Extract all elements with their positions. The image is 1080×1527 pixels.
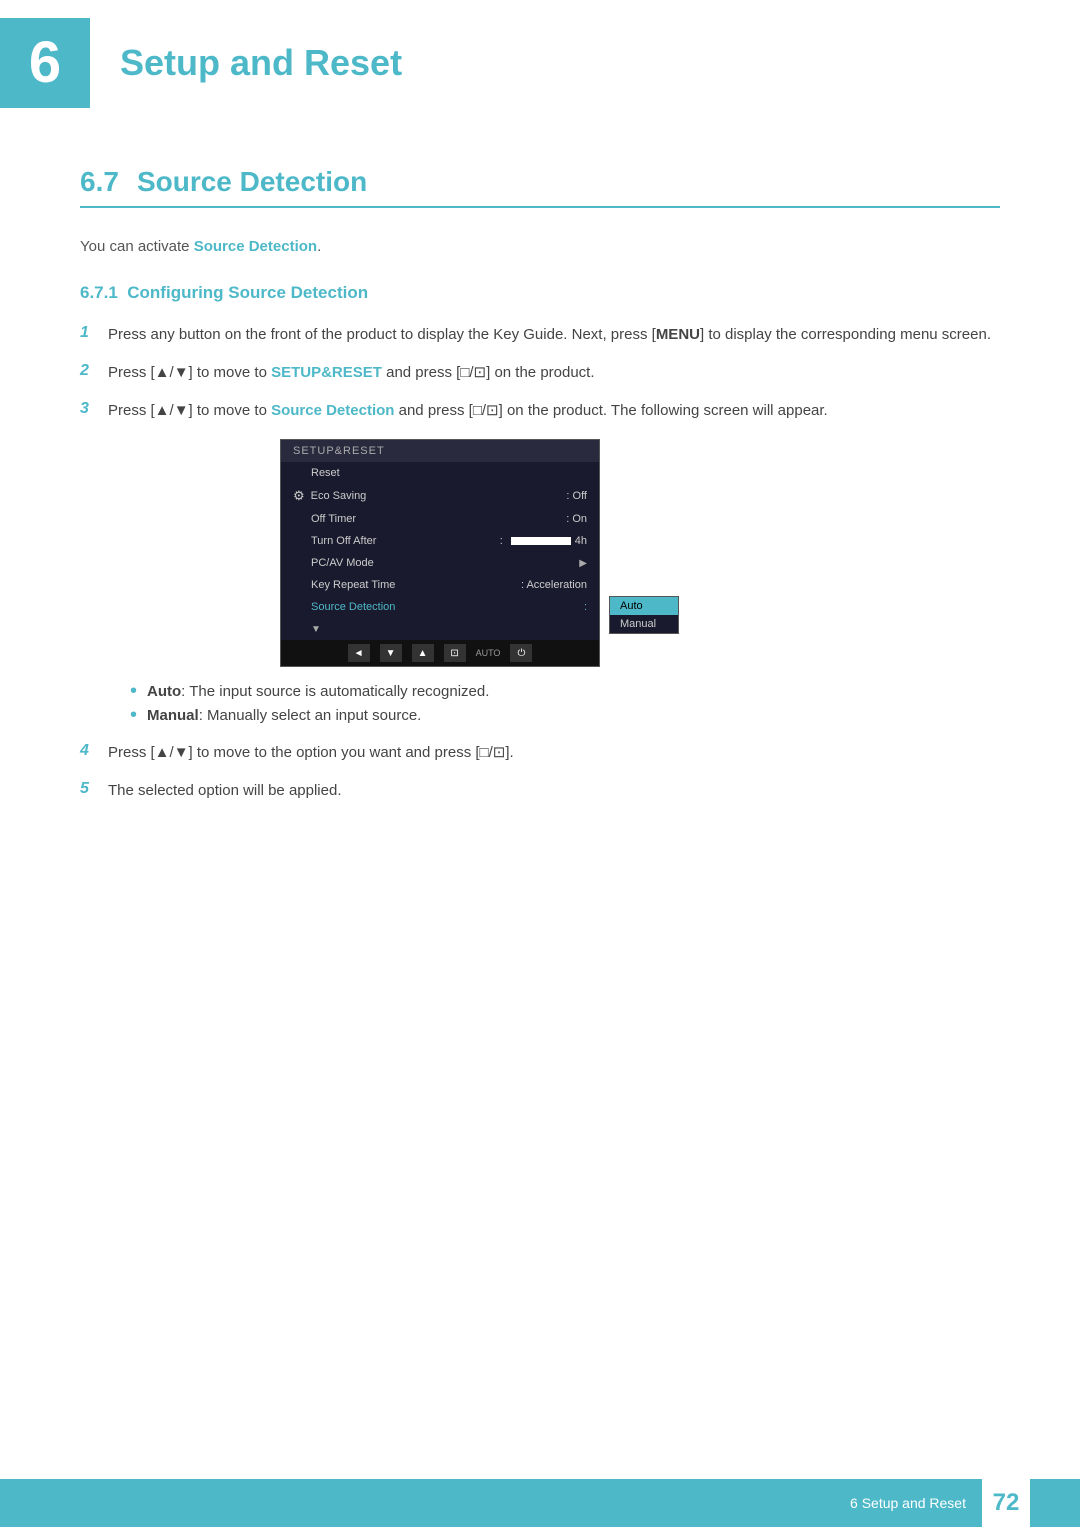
step-3-number: 3	[80, 400, 108, 418]
step-4: 4 Press [▲/▼] to move to the option you …	[80, 741, 1000, 765]
step-5: 5 The selected option will be applied.	[80, 779, 1000, 803]
bullet-list: • Auto: The input source is automaticall…	[130, 683, 1000, 725]
nav-up-btn[interactable]: ▲	[412, 644, 434, 662]
page-footer: 6 Setup and Reset 72	[0, 1479, 1080, 1527]
chapter-number-box: 6	[0, 18, 90, 108]
step-1: 1 Press any button on the front of the p…	[80, 323, 1000, 347]
step-3: 3 Press [▲/▼] to move to Source Detectio…	[80, 399, 1000, 423]
step-4-text: Press [▲/▼] to move to the option you wa…	[108, 741, 1000, 765]
bullet-manual-text: Manual: Manually select an input source.	[147, 707, 421, 724]
footer-page-number: 72	[982, 1479, 1030, 1527]
menu-key: MENU	[656, 326, 700, 343]
step-3-text: Press [▲/▼] to move to Source Detection …	[108, 399, 1000, 423]
nav-down-btn[interactable]: ▼	[380, 644, 402, 662]
main-content: 6.7 Source Detection You can activate So…	[0, 136, 1080, 897]
step-2: 2 Press [▲/▼] to move to SETUP&RESET and…	[80, 361, 1000, 385]
menu-title: SETUP&RESET	[281, 440, 599, 462]
bullet-auto-text: Auto: The input source is automatically …	[147, 683, 489, 700]
submenu-popup: Auto Manual	[609, 596, 679, 634]
auto-label: AUTO	[476, 648, 501, 658]
gear-icon: ⚙	[293, 488, 305, 504]
arrow-icon: ▶	[579, 558, 587, 569]
subsection-heading: 6.7.1 Configuring Source Detection	[80, 283, 1000, 303]
step-2-number: 2	[80, 362, 108, 380]
turn-off-bar	[511, 537, 571, 545]
section-heading: 6.7 Source Detection	[80, 166, 1000, 208]
intro-prefix: You can activate	[80, 238, 194, 255]
menu-item-keyrepeat: Key Repeat Time : Acceleration	[281, 574, 599, 596]
menu-item-offtimer: Off Timer : On	[281, 508, 599, 530]
chapter-header: 6 Setup and Reset	[0, 0, 1080, 126]
menu-item-sourcedetect: Source Detection : Auto Manual	[281, 596, 599, 618]
setup-reset-label: SETUP&RESET	[271, 364, 382, 381]
menu-item-reset: Reset	[281, 462, 599, 484]
bullet-dot-manual: •	[130, 705, 137, 725]
menu-item-eco: ⚙ Eco Saving : Off	[281, 484, 599, 508]
bullet-auto: • Auto: The input source is automaticall…	[130, 683, 1000, 701]
menu-bottom-bar: ◄ ▼ ▲ ⊡ AUTO ⏻	[281, 640, 599, 666]
source-detection-label: Source Detection	[271, 402, 394, 419]
bullet-manual: • Manual: Manually select an input sourc…	[130, 707, 1000, 725]
section-number: 6.7	[80, 166, 119, 198]
section-title: Source Detection	[137, 166, 367, 198]
submenu-manual: Manual	[610, 615, 678, 633]
step-5-text: The selected option will be applied.	[108, 779, 1000, 803]
menu-item-turnoffafter: Turn Off After : 4h	[281, 530, 599, 552]
step-1-text: Press any button on the front of the pro…	[108, 323, 1000, 347]
menu-item-pcav: PC/AV Mode ▶	[281, 552, 599, 574]
intro-highlight: Source Detection	[194, 238, 317, 255]
more-icon: ▼	[311, 624, 321, 635]
submenu-auto: Auto	[610, 597, 678, 615]
chapter-title: Setup and Reset	[120, 42, 402, 84]
step-4-number: 4	[80, 742, 108, 760]
bullet-dot-auto: •	[130, 681, 137, 701]
step-5-number: 5	[80, 780, 108, 798]
intro-paragraph: You can activate Source Detection.	[80, 238, 1000, 255]
menu-item-more: ▼	[281, 618, 599, 640]
source-detection-menu-label: Source Detection	[311, 601, 576, 613]
chapter-number: 6	[29, 34, 61, 92]
nav-enter-btn[interactable]: ⊡	[444, 644, 466, 662]
subsection-title: Configuring Source Detection	[127, 283, 368, 302]
intro-suffix: .	[317, 238, 321, 255]
footer-section-label: 6 Setup and Reset	[850, 1495, 966, 1511]
step-2-text: Press [▲/▼] to move to SETUP&RESET and p…	[108, 361, 1000, 385]
step-1-number: 1	[80, 324, 108, 342]
steps-list: 1 Press any button on the front of the p…	[80, 323, 1000, 423]
nav-left-btn[interactable]: ◄	[348, 644, 370, 662]
nav-power-btn[interactable]: ⏻	[510, 644, 532, 662]
menu-screenshot: SETUP&RESET Reset ⚙ Eco Saving : Off Off…	[280, 439, 600, 667]
subsection-number: 6.7.1	[80, 283, 127, 302]
